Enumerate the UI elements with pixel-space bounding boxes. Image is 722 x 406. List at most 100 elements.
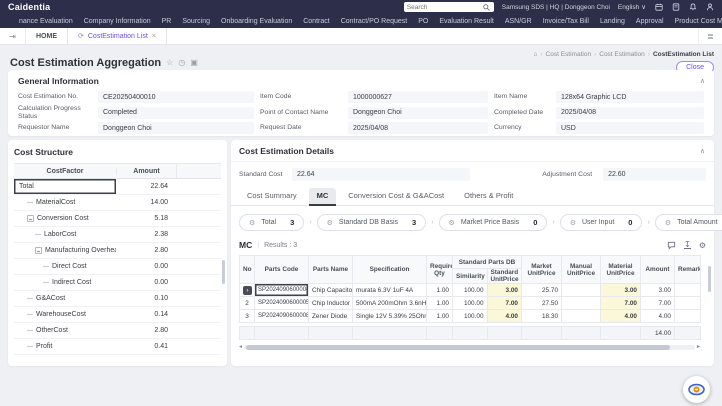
collapse-section-icon[interactable]: ∧ xyxy=(700,147,705,155)
tree-row[interactable]: G&ACost 0.10 xyxy=(14,291,221,307)
tab-list-icon[interactable]: ≣ xyxy=(698,28,722,44)
menu-item-asn-gr[interactable]: ASN/GR xyxy=(505,18,532,25)
tree-cell-amount: 2.38 xyxy=(116,231,176,238)
total-cell-qty xyxy=(427,327,453,340)
menu-item-product-cost-management[interactable]: Product Cost Management xyxy=(675,18,722,25)
table-row[interactable]: ›SP2024090600004Chip Capacitormurata 6.3… xyxy=(240,284,701,297)
column-header-similarity: Similarity xyxy=(453,269,488,284)
download-icon[interactable]: ↧ xyxy=(684,241,691,249)
collapse-section-icon[interactable]: ∧ xyxy=(700,77,705,85)
copy-icon[interactable]: ▣ xyxy=(190,58,198,67)
breadcrumb-item[interactable]: CostEstimation List xyxy=(653,51,714,58)
tree-cell-amount: 0.10 xyxy=(116,295,176,302)
tree-row[interactable]: Direct Cost0.00 xyxy=(14,259,221,275)
expand-icon[interactable] xyxy=(27,215,34,222)
summary-chip-total[interactable]: ⚙Total3 xyxy=(239,214,304,231)
tree-row[interactable]: MaterialCost14.00 xyxy=(14,195,221,211)
tree-row[interactable]: Profit0.41 xyxy=(14,339,221,355)
calendar-icon[interactable] xyxy=(654,3,663,12)
assistant-fab-button[interactable] xyxy=(683,376,710,403)
favorite-star-icon[interactable]: ☆ xyxy=(166,58,173,67)
breadcrumb: ⌂ ›Cost Estimation›Cost Estimation›CostE… xyxy=(533,51,714,58)
cell-std_price: 3.00 xyxy=(487,284,522,297)
tab-cost-estimation-list[interactable]: ⟳ CostEstimation List × xyxy=(67,28,167,44)
field-label: Item Name xyxy=(494,93,550,101)
menu-item-contract-po-request[interactable]: Contract/PO Request xyxy=(341,18,408,25)
history-icon[interactable]: ◷ xyxy=(178,58,185,67)
details-tab-others-profit[interactable]: Others & Profit xyxy=(456,188,521,205)
language-selector[interactable]: English ∨ xyxy=(618,3,646,11)
tree-row-label: Total xyxy=(19,183,34,190)
tree-row[interactable]: OtherCost2.80 xyxy=(14,323,221,339)
menu-item-onboarding-evaluation[interactable]: Onboarding Evaluation xyxy=(221,18,292,25)
menu-item-landing[interactable]: Landing xyxy=(600,18,625,25)
memo-icon[interactable] xyxy=(671,3,680,12)
menu-item-invoice-tax-bill[interactable]: Invoice/Tax Bill xyxy=(543,18,589,25)
user-icon[interactable] xyxy=(705,3,714,12)
tree-cell-amount: 22.64 xyxy=(116,183,176,190)
summary-chip-total-amount[interactable]: ⚙Total Amount14.00 xyxy=(655,214,722,231)
menu-item-evaluation-result[interactable]: Evaluation Result xyxy=(439,18,493,25)
field-value: 1000000627 xyxy=(348,91,488,103)
tree-cell-amount: 0.41 xyxy=(116,343,176,350)
tab-home[interactable]: HOME xyxy=(26,28,67,44)
column-header-manual: Manual UnitPrice xyxy=(562,256,601,284)
tree-row[interactable]: Total 22.64 xyxy=(14,179,221,195)
expand-icon[interactable] xyxy=(35,247,42,254)
home-icon[interactable]: ⌂ xyxy=(533,51,537,58)
tree-row-label: G&ACost xyxy=(36,295,65,302)
horizontal-scrollbar-thumb[interactable] xyxy=(246,345,670,350)
refresh-icon[interactable]: ⟳ xyxy=(78,32,84,40)
details-tab-mc[interactable]: MC xyxy=(309,188,337,205)
menu-item-contract[interactable]: Contract xyxy=(303,18,329,25)
summary-chip-standard-db-basis[interactable]: ⚙Standard DB Basis3 xyxy=(317,214,427,231)
global-search[interactable] xyxy=(404,2,494,12)
field-value: 2025/04/08 xyxy=(556,107,704,119)
scroll-right-icon[interactable]: ▸ xyxy=(697,344,700,350)
menu-item-sourcing[interactable]: Sourcing xyxy=(182,18,210,25)
menu-item-company-information[interactable]: Company Information xyxy=(84,18,151,25)
summary-chip-user-input[interactable]: ⚙User Input0 xyxy=(560,214,643,231)
tree-cell-costfactor: WarehouseCost xyxy=(14,307,116,322)
vertical-scrollbar-thumb[interactable] xyxy=(222,260,225,284)
breadcrumb-item[interactable]: Cost Estimation xyxy=(546,51,592,58)
adjustment-cost-label: Adjustment Cost xyxy=(542,171,597,179)
column-header-qty: Required Qty xyxy=(427,256,453,284)
search-input[interactable] xyxy=(407,4,480,11)
menu-item-po[interactable]: PO xyxy=(418,18,428,25)
table-vertical-scrollbar-thumb[interactable] xyxy=(708,266,711,292)
tree-row[interactable]: LaborCost2.38 xyxy=(14,227,221,243)
table-row[interactable]: 3SP2024090600008Zener DiodeSingle 12V 5.… xyxy=(240,310,701,323)
table-row[interactable]: 2SP2024090600005Chip Inductor500mA 200mO… xyxy=(240,297,701,310)
tree-row[interactable]: Manufacturing OverheadCost2.80 xyxy=(14,243,221,259)
horizontal-scrollbar[interactable]: ◂ ▸ xyxy=(239,344,700,350)
tree-cell-costfactor: Indirect Cost xyxy=(14,275,116,290)
grid-settings-icon[interactable]: ⚙ xyxy=(699,241,706,250)
details-tab-conversion-cost-g-acost[interactable]: Conversion Cost & G&ACost xyxy=(340,188,452,205)
menu-item-nance-evaluation[interactable]: nance Evaluation xyxy=(19,18,73,25)
field-value: Completed xyxy=(98,107,254,119)
tree-row[interactable]: Conversion Cost5.18 xyxy=(14,211,221,227)
tree-row[interactable]: WarehouseCost0.14 xyxy=(14,307,221,323)
details-tab-cost-summary[interactable]: Cost Summary xyxy=(239,188,305,205)
menu-item-approval[interactable]: Approval xyxy=(636,18,664,25)
tree-cell-costfactor: G&ACost xyxy=(14,291,116,306)
summary-chip-market-price-basis[interactable]: ⚙Market Price Basis0 xyxy=(439,214,548,231)
scroll-left-icon[interactable]: ◂ xyxy=(239,344,242,350)
user-identity: Samsung SDS | HQ | Donggeon Choi xyxy=(502,4,610,11)
total-cell-code xyxy=(255,327,309,340)
chevron-down-icon: ∨ xyxy=(641,3,646,11)
feedback-icon[interactable] xyxy=(667,241,676,250)
close-tab-icon[interactable]: × xyxy=(152,33,156,40)
menu-item-pr[interactable]: PR xyxy=(162,18,172,25)
bell-icon[interactable] xyxy=(688,3,697,12)
pin-tab-icon[interactable]: ⇥ xyxy=(0,28,26,44)
breadcrumb-item[interactable]: Cost Estimation xyxy=(599,51,645,58)
field-value: 2025/04/08 xyxy=(348,122,488,134)
search-icon[interactable] xyxy=(482,3,491,12)
cell-name: Zener Diode xyxy=(309,310,353,323)
tree-row[interactable]: Indirect Cost0.00 xyxy=(14,275,221,291)
page-title: Cost Estimation Aggregation xyxy=(10,57,161,69)
cell-code: SP2024090600004 xyxy=(255,284,309,297)
cell-amount: 3.00 xyxy=(641,284,675,297)
